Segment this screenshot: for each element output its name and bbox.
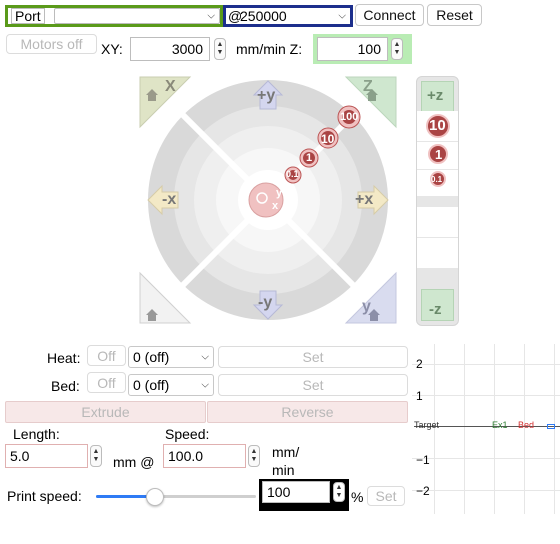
heat-temp-value: 0 (off) — [133, 349, 170, 365]
percent-label: % — [351, 489, 364, 505]
baud-value: 250000 — [240, 8, 287, 24]
z-speed-input[interactable]: 100 — [317, 37, 388, 61]
heat-off-button[interactable]: Off — [87, 345, 126, 366]
step-1-label[interactable]: 1 — [306, 152, 312, 164]
bed-label: Bed: — [51, 378, 80, 394]
print-speed-slider[interactable] — [96, 488, 256, 506]
reset-button[interactable]: Reset — [427, 4, 482, 26]
motors-off-button[interactable]: Motors off — [6, 34, 97, 54]
plus-x-label: +x — [355, 191, 374, 208]
home-x-label: X — [165, 78, 176, 95]
chevron-down-icon: ⌵ — [207, 10, 215, 22]
z-step-01-label: 0.1 — [431, 175, 443, 184]
extrude-speed-input[interactable]: 100.0 — [163, 444, 246, 468]
legend-target: Target — [414, 420, 440, 430]
z-step-gap-2 — [417, 238, 458, 268]
minus-y-label: -y — [258, 294, 273, 311]
print-speed-set-button[interactable]: Set — [367, 486, 405, 506]
baud-select[interactable]: @ 250000 ⌵ — [223, 5, 353, 27]
bed-temp-value: 0 (off) — [133, 377, 170, 393]
center-y-label: y — [276, 187, 283, 199]
legend-bed: Bed — [518, 420, 535, 430]
legend-extra-swatch — [547, 424, 555, 429]
extrude-speed-stepper[interactable]: ▲ ▼ — [248, 445, 260, 467]
length-stepper[interactable]: ▲ ▼ — [90, 445, 102, 467]
extrude-button[interactable]: Extrude — [5, 401, 206, 423]
z-minus-label: -z — [429, 301, 442, 318]
ytick-1: 1 — [416, 389, 423, 403]
port-label: Port — [11, 8, 45, 24]
ytick-2: 2 — [416, 357, 423, 371]
z-step-gap — [417, 207, 458, 237]
speed-unit-min: min — [272, 462, 295, 478]
z-speed-stepper[interactable]: ▲ ▼ — [391, 38, 403, 60]
print-speed-label: Print speed: — [7, 488, 82, 504]
ytick-minus-1: −1 — [416, 453, 430, 467]
bed-off-button[interactable]: Off — [87, 372, 126, 393]
xy-speed-input[interactable]: 3000 — [130, 37, 210, 61]
step-100-label[interactable]: 100 — [340, 111, 358, 123]
print-speed-input[interactable]: 100 — [262, 481, 330, 503]
heat-label: Heat: — [47, 350, 81, 366]
speed-label: Speed: — [165, 426, 210, 442]
unit-label: mm/min Z: — [236, 41, 303, 57]
minus-x-label: -x — [162, 191, 177, 208]
temperature-graph: 2 1 −1 −2 Target Ex1 Bed — [412, 344, 560, 514]
home-z-label: Z — [363, 78, 373, 95]
z-plus-label: +z — [427, 87, 444, 104]
heat-set-button[interactable]: Set — [218, 346, 408, 368]
chevron-down-icon: ⌵ — [201, 351, 209, 363]
step-01-label[interactable]: 0.1 — [286, 169, 299, 179]
port-select[interactable]: Port ⌵ — [5, 5, 223, 27]
xy-label: XY: — [101, 41, 123, 57]
ytick-minus-2: −2 — [416, 484, 430, 498]
z-step-10-label: 10 — [429, 117, 446, 134]
chevron-down-icon: ⌵ — [338, 10, 346, 22]
heat-temp-select[interactable]: 0 (off) ⌵ — [128, 346, 214, 368]
chevron-down-icon: ⌵ — [201, 379, 209, 391]
z-step-1-label: 1 — [435, 147, 443, 162]
slider-thumb[interactable] — [146, 488, 164, 506]
xy-speed-stepper[interactable]: ▲ ▼ — [214, 38, 226, 60]
length-label: Length: — [13, 426, 60, 442]
port-dropdown[interactable]: ⌵ — [54, 8, 220, 24]
print-speed-stepper[interactable]: ▲ ▼ — [333, 482, 345, 502]
bed-set-button[interactable]: Set — [218, 374, 408, 396]
plus-y-label: +y — [257, 87, 276, 104]
bed-temp-select[interactable]: 0 (off) ⌵ — [128, 374, 214, 396]
center-x-label: x — [272, 200, 279, 212]
mm-at-label: mm @ — [113, 454, 155, 470]
reverse-button[interactable]: Reverse — [207, 401, 408, 423]
legend-ex1: Ex1 — [492, 420, 508, 430]
length-input[interactable]: 5.0 — [5, 444, 88, 468]
connect-button[interactable]: Connect — [355, 4, 424, 26]
speed-unit-mm: mm/ — [272, 444, 300, 460]
step-10-label[interactable]: 10 — [321, 132, 334, 146]
home-y-label: y — [362, 298, 371, 315]
